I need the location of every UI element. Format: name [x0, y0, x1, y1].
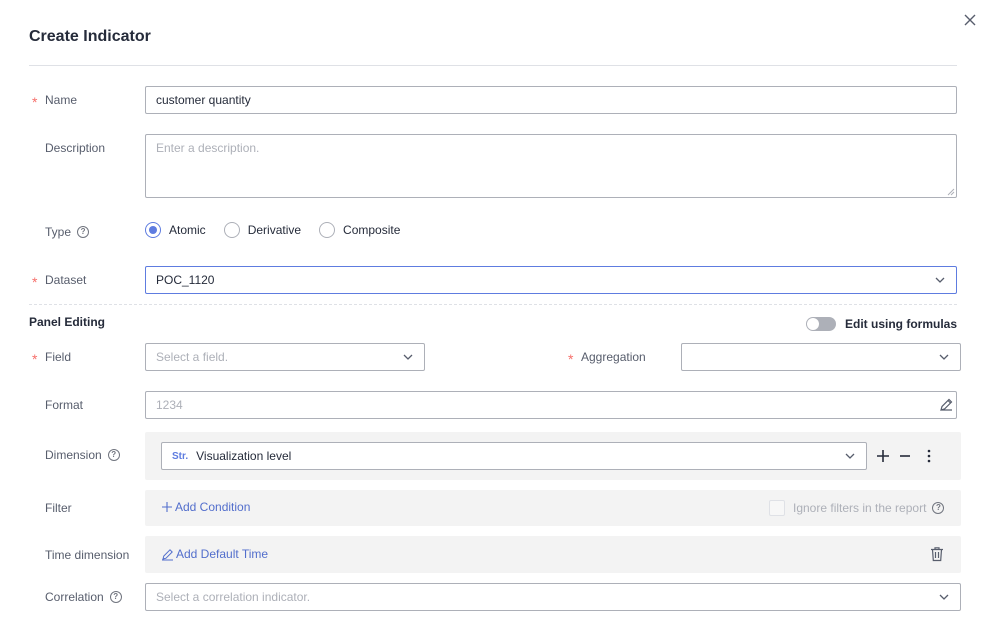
help-circle-icon[interactable]: ? — [932, 502, 945, 514]
radio-composite[interactable]: Composite — [319, 222, 400, 238]
correlation-label: Correlation ? — [45, 589, 122, 605]
dialog-title: Create Indicator — [29, 28, 151, 45]
dataset-value: POC_1120 — [156, 273, 215, 287]
description-textarea[interactable]: Enter a description. — [145, 134, 957, 198]
aggregation-select[interactable] — [681, 343, 961, 371]
type-radio-group: Atomic Derivative Composite — [145, 222, 418, 238]
radio-label: Derivative — [247, 223, 302, 237]
description-label: Description — [45, 141, 106, 155]
dataset-select[interactable]: POC_1120 — [145, 266, 957, 294]
radio-circle — [145, 222, 161, 238]
formula-toggle-group: Edit using formulas — [806, 317, 957, 331]
help-circle-icon[interactable]: ? — [109, 591, 122, 603]
field-placeholder: Select a field. — [156, 350, 229, 364]
minus-icon[interactable] — [897, 448, 913, 464]
name-input[interactable]: customer quantity — [145, 86, 957, 114]
radio-atomic[interactable]: Atomic — [145, 222, 206, 238]
format-input[interactable]: 1234 — [145, 391, 957, 419]
close-icon[interactable] — [962, 12, 978, 28]
plus-icon[interactable] — [875, 448, 891, 464]
radio-label: Atomic — [169, 223, 206, 237]
chevron-down-icon — [845, 453, 855, 459]
add-condition-label: Add Condition — [175, 500, 251, 514]
dimension-select[interactable]: Str. Visualization level — [161, 442, 867, 470]
time-dimension-label: Time dimension — [45, 548, 130, 562]
plus-icon — [162, 502, 172, 512]
aggregation-label: Aggregation — [581, 350, 646, 364]
filter-label: Filter — [45, 501, 72, 515]
chevron-down-icon — [939, 594, 949, 600]
chevron-down-icon — [935, 277, 945, 283]
name-label: Name — [45, 93, 78, 107]
radio-label: Composite — [343, 223, 401, 237]
help-circle-icon[interactable]: ? — [107, 449, 120, 461]
chevron-down-icon — [939, 354, 949, 360]
pencil-icon — [162, 548, 173, 560]
create-indicator-dialog: Create Indicator * Name customer quantit… — [0, 0, 989, 625]
dimension-label: Dimension ? — [45, 447, 120, 463]
add-default-time-link[interactable]: Add Default Time — [161, 547, 268, 561]
required-mark: * — [32, 351, 38, 367]
add-default-time-label: Add Default Time — [176, 547, 269, 561]
required-mark: * — [32, 274, 38, 290]
type-label: Type ? — [45, 224, 90, 240]
help-circle-icon[interactable]: ? — [77, 226, 90, 238]
chevron-down-icon — [403, 354, 413, 360]
name-input-value: customer quantity — [156, 93, 251, 107]
dimension-value: Visualization level — [196, 449, 292, 463]
ignore-filters-group: Ignore filters in the report ? — [769, 500, 945, 516]
title-divider — [29, 65, 957, 66]
field-select[interactable]: Select a field. — [145, 343, 425, 371]
correlation-placeholder: Select a correlation indicator. — [156, 590, 311, 604]
edit-formulas-toggle[interactable] — [806, 317, 836, 331]
field-label: Field — [45, 350, 72, 364]
radio-derivative[interactable]: Derivative — [223, 222, 302, 238]
radio-circle — [319, 222, 336, 238]
required-mark: * — [32, 94, 38, 110]
more-vertical-icon[interactable] — [921, 448, 937, 464]
description-placeholder: Enter a description. — [156, 141, 260, 155]
toggle-label: Edit using formulas — [845, 317, 958, 331]
add-condition-link[interactable]: Add Condition — [161, 500, 250, 514]
format-label: Format — [45, 398, 84, 412]
section-divider — [29, 304, 957, 305]
dataset-label: Dataset — [45, 273, 87, 287]
format-placeholder: 1234 — [156, 398, 183, 412]
ignore-filters-checkbox[interactable] — [769, 500, 785, 516]
type-tag: Str. — [172, 450, 189, 462]
ignore-filters-label: Ignore filters in the report — [793, 501, 927, 515]
required-mark: * — [568, 351, 574, 367]
resize-handle-icon[interactable] — [947, 188, 955, 196]
correlation-select[interactable]: Select a correlation indicator. — [145, 583, 961, 611]
trash-icon[interactable] — [929, 546, 945, 562]
radio-circle — [223, 222, 240, 238]
panel-editing-title: Panel Editing — [29, 315, 106, 329]
pencil-icon[interactable] — [938, 397, 954, 413]
